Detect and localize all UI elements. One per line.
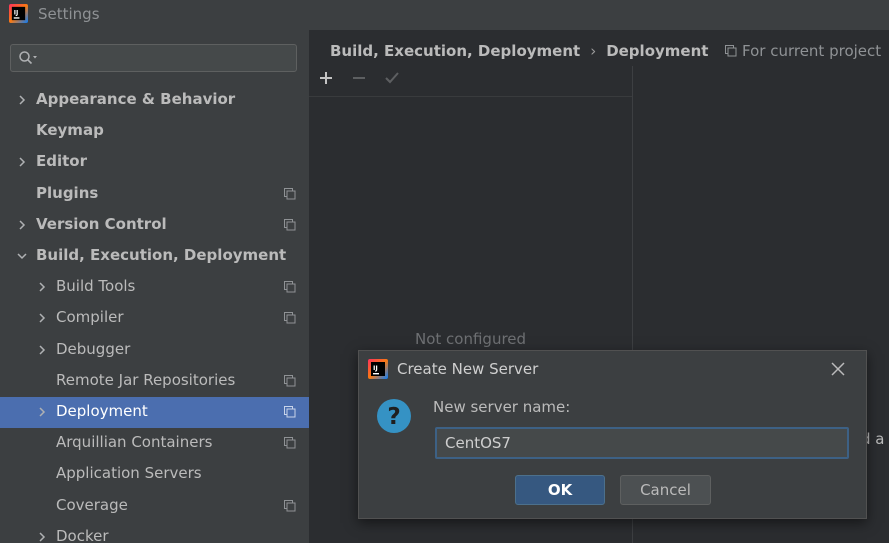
- svg-text:?: ?: [387, 404, 400, 430]
- cancel-button[interactable]: Cancel: [620, 475, 711, 505]
- tree-item-label: Remote Jar Repositories: [56, 370, 236, 389]
- svg-text:IJ: IJ: [14, 9, 19, 16]
- settings-sidebar: Appearance & Behavior Keymap Editor Plugins…: [0, 30, 309, 543]
- chevron-right-icon[interactable]: [16, 219, 28, 231]
- chevron-right-icon[interactable]: [36, 312, 48, 324]
- chevron-right-icon[interactable]: [36, 281, 48, 293]
- chevron-right-icon[interactable]: [36, 406, 48, 418]
- create-server-dialog: IJ Create New Server ? New server name: …: [358, 350, 867, 519]
- tree-item-label: Keymap: [36, 121, 104, 140]
- tree-item[interactable]: Remote Jar Repositories: [0, 366, 309, 397]
- tree-item[interactable]: Plugins: [0, 179, 309, 210]
- chevron-right-icon[interactable]: [16, 156, 28, 168]
- breadcrumb-current: Deployment: [606, 42, 709, 60]
- tree-item[interactable]: Build, Execution, Deployment: [0, 241, 309, 272]
- plus-icon[interactable]: [317, 69, 335, 87]
- scope-indicator: For current project: [725, 42, 881, 60]
- tree-item-label: Version Control: [36, 214, 167, 233]
- tree-item[interactable]: Appearance & Behavior: [0, 85, 309, 116]
- tree-item[interactable]: Compiler: [0, 303, 309, 334]
- tree-item-label: Editor: [36, 152, 87, 171]
- project-scope-icon: [284, 281, 296, 293]
- server-name-input[interactable]: [435, 427, 849, 459]
- project-scope-icon: [284, 218, 296, 231]
- tree-item[interactable]: Docker: [0, 522, 309, 543]
- project-scope-icon: [284, 437, 296, 449]
- question-icon: ?: [377, 399, 411, 433]
- project-scope-icon: [284, 312, 296, 324]
- project-scope-icon: [284, 499, 296, 512]
- breadcrumb-separator: ›: [590, 42, 597, 60]
- tree-item[interactable]: Editor: [0, 147, 309, 178]
- minus-icon[interactable]: [350, 69, 368, 87]
- ok-button[interactable]: OK: [515, 475, 605, 505]
- scope-label: For current project: [742, 42, 882, 60]
- project-scope-icon: [725, 45, 737, 57]
- chevron-right-icon[interactable]: [36, 531, 48, 543]
- project-scope-icon: [284, 374, 296, 387]
- project-scope-icon: [284, 406, 296, 418]
- tree-item[interactable]: Version Control: [0, 210, 309, 241]
- checkmark-icon[interactable]: [383, 69, 401, 87]
- chevron-right-icon[interactable]: [36, 344, 48, 356]
- intellij-idea-icon: IJ: [368, 359, 388, 379]
- window-titlebar: IJ Settings: [0, 0, 889, 30]
- breadcrumb: Build, Execution, Deployment › Deployment: [330, 42, 708, 60]
- search-input[interactable]: [10, 44, 297, 72]
- chevron-right-icon[interactable]: [16, 94, 28, 106]
- tree-item-label: Plugins: [36, 183, 99, 202]
- tree-item[interactable]: Deployment: [0, 397, 309, 428]
- window-title: Settings: [38, 5, 100, 23]
- search-icon: [19, 51, 37, 65]
- empty-state-text: Not configured: [415, 330, 527, 348]
- tree-item-label: Coverage: [56, 495, 128, 514]
- tree-item[interactable]: Build Tools: [0, 272, 309, 303]
- tree-item-label: Build Tools: [56, 277, 136, 296]
- tree-item[interactable]: Debugger: [0, 335, 309, 366]
- intellij-idea-icon: IJ: [9, 4, 28, 23]
- close-icon[interactable]: [830, 361, 846, 377]
- breadcrumb-parent[interactable]: Build, Execution, Deployment: [330, 42, 580, 60]
- server-name-label: New server name:: [433, 398, 571, 416]
- project-scope-icon: [284, 187, 296, 200]
- tree-item[interactable]: Coverage: [0, 491, 309, 522]
- tree-item-label: Debugger: [56, 339, 131, 358]
- tree-item[interactable]: Keymap: [0, 116, 309, 147]
- tree-item-label: Application Servers: [56, 464, 202, 483]
- tree-item-label: Arquillian Containers: [56, 433, 213, 452]
- tree-item[interactable]: Arquillian Containers: [0, 428, 309, 459]
- chevron-down-icon[interactable]: [16, 250, 28, 262]
- tree-item[interactable]: Application Servers: [0, 459, 309, 490]
- tree-item-label: Build, Execution, Deployment: [36, 246, 287, 264]
- tree-item-label: Appearance & Behavior: [36, 90, 236, 108]
- tree-item-label: Compiler: [56, 308, 124, 327]
- toolbar-divider: [309, 96, 633, 97]
- dialog-title: Create New Server: [397, 360, 539, 378]
- svg-text:IJ: IJ: [373, 364, 378, 372]
- tree-item-label: Docker: [56, 526, 109, 543]
- tree-item-label: Deployment: [56, 402, 148, 420]
